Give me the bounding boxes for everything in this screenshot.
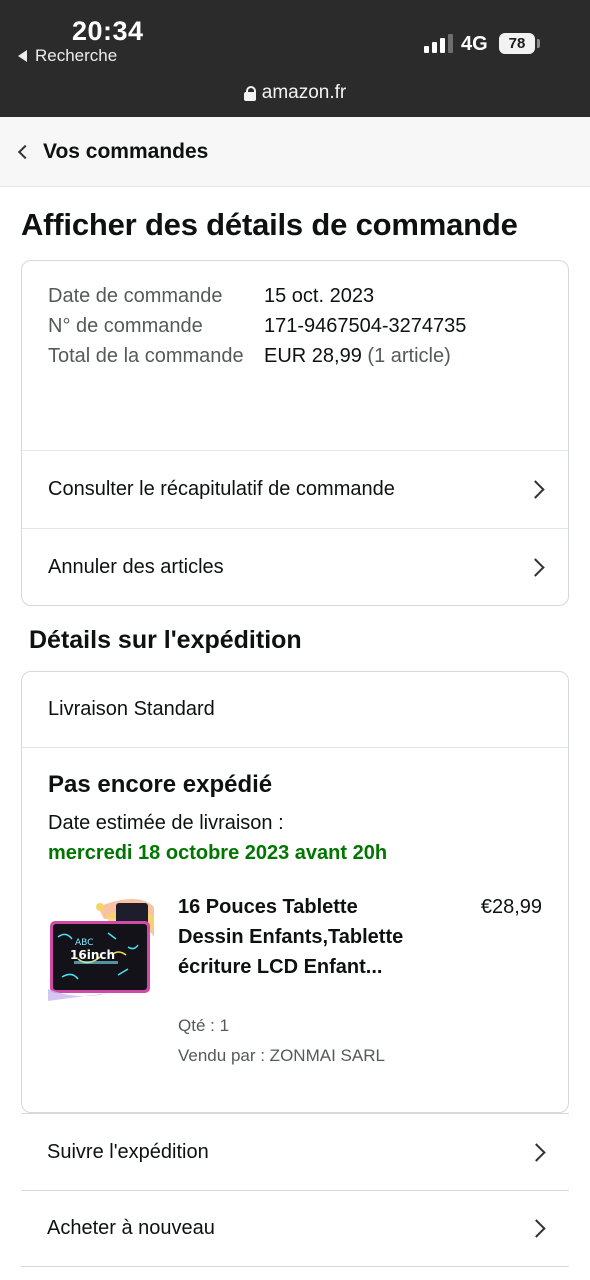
- back-app-label: Recherche: [35, 46, 118, 65]
- product-title-link[interactable]: 16 Pouces Tablette Dessin Enfants,Tablet…: [178, 892, 418, 982]
- order-item-count: (1 article): [367, 345, 451, 367]
- back-link-label: Vos commandes: [43, 139, 209, 163]
- chevron-right-icon: [526, 480, 545, 499]
- order-number-row: N° de commande 171-9467504-3274735: [48, 311, 542, 341]
- chevron-left-icon: [17, 144, 33, 160]
- cancel-items-link[interactable]: Annuler des articles: [22, 528, 568, 605]
- order-number-label: N° de commande: [48, 315, 203, 337]
- order-date-label: Date de commande: [48, 285, 223, 307]
- shipment-card: Livraison Standard Pas encore expédié Da…: [21, 671, 569, 1113]
- shipment-actions: Suivre l'expédition Acheter à nouveau: [21, 1113, 569, 1267]
- cancel-items-label: Annuler des articles: [48, 555, 224, 578]
- product-seller: Vendu par : ZONMAI SARL: [178, 1046, 385, 1065]
- network-type: 4G: [461, 33, 488, 55]
- shipping-method: Livraison Standard: [22, 672, 568, 748]
- track-shipment-link[interactable]: Suivre l'expédition: [21, 1113, 569, 1190]
- view-order-summary-link[interactable]: Consulter le récapitulatif de commande: [22, 451, 568, 528]
- chevron-right-icon: [527, 1219, 546, 1238]
- lock-icon: [243, 85, 256, 101]
- product-quantity: Qté : 1: [178, 1016, 230, 1035]
- product-price: €28,99: [480, 896, 542, 918]
- chevron-right-icon: [527, 1142, 546, 1162]
- buy-again-label: Acheter à nouveau: [47, 1217, 215, 1239]
- back-triangle-icon: [18, 50, 27, 62]
- order-date-value: 15 oct. 2023: [264, 285, 375, 307]
- chevron-right-icon: [526, 557, 545, 577]
- battery-tip: [537, 39, 540, 48]
- buy-again-link[interactable]: Acheter à nouveau: [21, 1190, 569, 1267]
- order-total-row: Total de la commande EUR 28,99 (1 articl…: [48, 341, 542, 371]
- product-thumbnail[interactable]: ABC 16inch: [48, 897, 154, 1001]
- order-total-amount: EUR 28,99: [264, 345, 362, 367]
- order-info: Date de commande 15 oct. 2023 N° de comm…: [22, 261, 568, 451]
- shipment-section-title: Détails sur l'expédition: [29, 626, 302, 654]
- order-item: ABC 16inch 16 Pouces Tablette Dessin Enf…: [48, 892, 542, 1082]
- signal-icon: [424, 34, 453, 53]
- address-bar[interactable]: amazon.fr: [0, 82, 590, 104]
- order-total-label: Total de la commande: [48, 345, 244, 367]
- back-to-app-button[interactable]: Recherche: [18, 46, 117, 66]
- eta-label: Date estimée de livraison :: [48, 812, 284, 834]
- order-total-value: EUR 28,99 (1 article): [264, 341, 451, 371]
- order-date-row: Date de commande 15 oct. 2023: [48, 281, 542, 311]
- url-text: amazon.fr: [261, 82, 347, 103]
- clock: 20:34: [72, 16, 144, 46]
- shipment-body: Pas encore expédié Date estimée de livra…: [22, 748, 568, 1082]
- status-bar: 20:34 Recherche 4G 78 amazon.fr: [0, 0, 590, 117]
- eta-value: mercredi 18 octobre 2023 avant 20h: [48, 842, 388, 864]
- svg-text:16inch: 16inch: [70, 948, 115, 962]
- order-summary-card: Date de commande 15 oct. 2023 N° de comm…: [21, 260, 569, 606]
- shipment-status: Pas encore expédié: [48, 771, 273, 798]
- battery-icon: 78: [499, 33, 535, 54]
- page-title: Afficher des détails de commande: [21, 207, 518, 242]
- view-order-summary-label: Consulter le récapitulatif de commande: [48, 478, 395, 500]
- order-number-value: 171-9467504-3274735: [264, 315, 467, 337]
- back-to-orders-link[interactable]: Vos commandes: [0, 117, 590, 187]
- thumb-text-abc: ABC: [75, 938, 93, 948]
- track-shipment-label: Suivre l'expédition: [47, 1140, 209, 1163]
